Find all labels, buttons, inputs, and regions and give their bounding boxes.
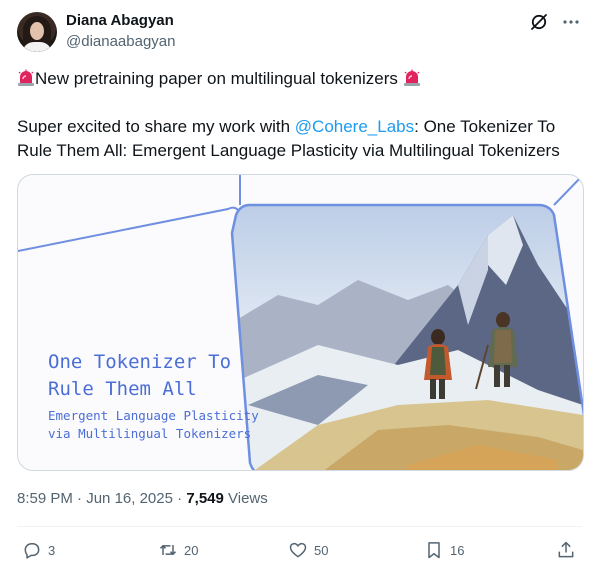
- bookmark-button[interactable]: 16: [424, 538, 464, 562]
- tweet-top-actions: [529, 12, 581, 32]
- tweet-text-body: Super excited to share my work with @Coh…: [17, 117, 560, 160]
- tweet-meta: 8:59 PM · Jun 16, 2025 · 7,549 Views: [17, 490, 268, 507]
- views-count: 7,549: [186, 490, 224, 507]
- reply-count: 3: [48, 542, 56, 558]
- siren-emoji-icon: [17, 69, 35, 87]
- tweet-headline: New pretraining paper on multilingual to…: [35, 69, 398, 88]
- grok-icon[interactable]: [529, 12, 549, 32]
- tweet[interactable]: Diana Abagyan @dianaabagyan New pretrain…: [0, 0, 599, 575]
- tweet-text-line-1: New pretraining paper on multilingual to…: [17, 67, 582, 91]
- media-title: One Tokenizer To Rule Them All: [48, 351, 232, 400]
- like-count: 50: [314, 542, 329, 558]
- repost-count: 20: [184, 542, 199, 558]
- like-icon: [289, 542, 307, 558]
- tweet-time[interactable]: 8:59 PM: [17, 490, 73, 507]
- repost-icon: [159, 545, 177, 555]
- views-label: Views: [223, 490, 268, 507]
- like-button[interactable]: 50: [288, 538, 328, 562]
- tweet-date[interactable]: Jun 16, 2025: [86, 490, 173, 507]
- author-handle[interactable]: @dianaabagyan: [66, 33, 175, 50]
- share-icon: [558, 541, 574, 558]
- bookmark-icon: [428, 542, 440, 559]
- share-button[interactable]: [556, 538, 576, 562]
- more-icon[interactable]: [561, 12, 581, 32]
- repost-button[interactable]: 20: [158, 538, 198, 562]
- reply-button[interactable]: 3: [22, 538, 55, 562]
- avatar[interactable]: [17, 12, 57, 52]
- author-name[interactable]: Diana Abagyan: [66, 12, 174, 29]
- media-card[interactable]: One Tokenizer To Rule Them All Emergent …: [17, 174, 584, 471]
- mention-link[interactable]: @Cohere_Labs: [295, 117, 414, 136]
- siren-emoji-icon: [403, 69, 421, 87]
- bookmark-count: 16: [450, 542, 465, 558]
- reply-icon: [24, 543, 40, 559]
- action-bar: 3 20 50 16: [0, 538, 599, 564]
- media-subtitle: Emergent Language Plasticity via Multili…: [48, 408, 259, 441]
- divider: [17, 526, 582, 527]
